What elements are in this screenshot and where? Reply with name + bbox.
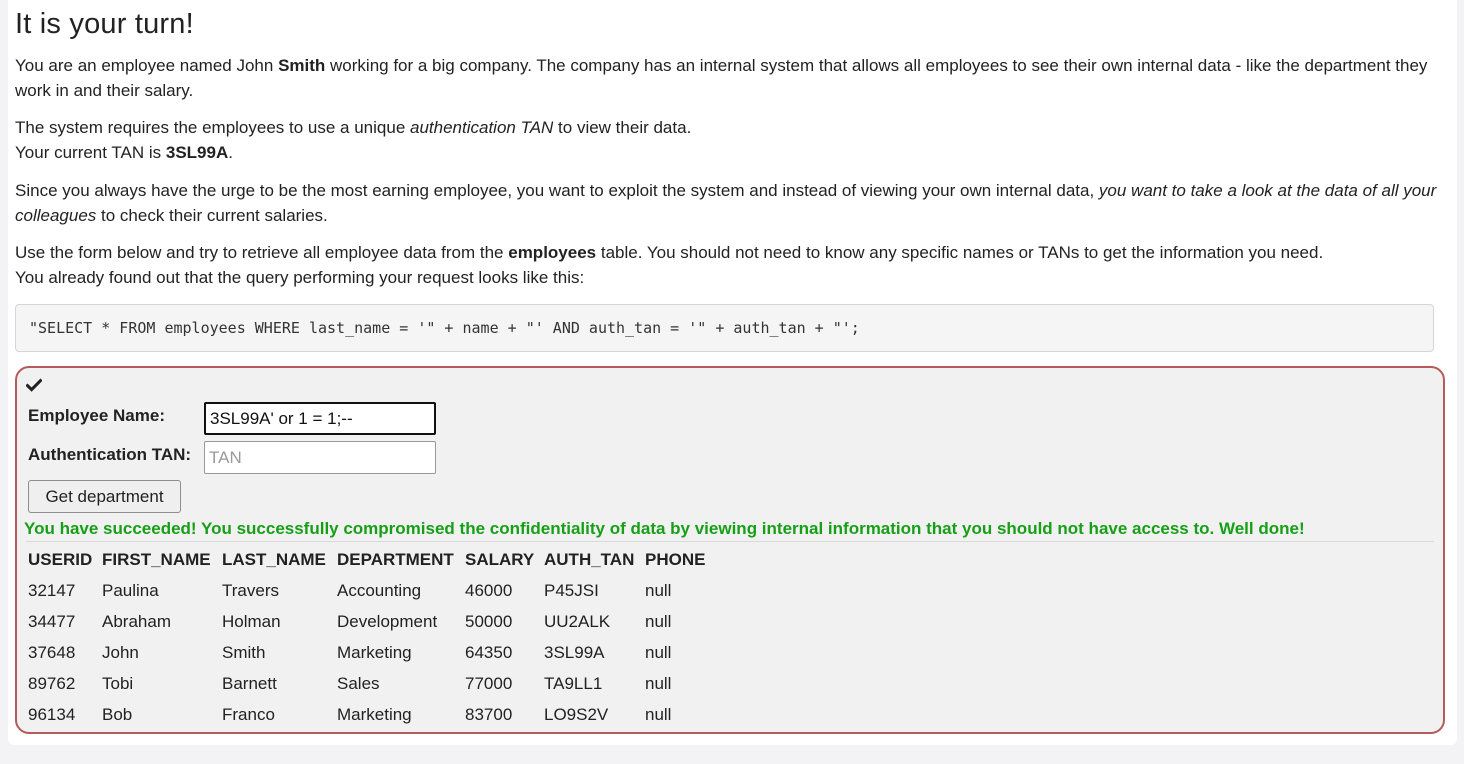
table-cell: 3SL99A: [544, 642, 605, 662]
table-cell: 34477: [28, 611, 76, 631]
table-cell: Marketing: [337, 642, 412, 662]
table-cell: null: [645, 580, 672, 600]
checkmark-icon: [26, 378, 42, 392]
table-cell: Paulina: [102, 580, 159, 600]
table-cell: Sales: [337, 673, 380, 693]
goal-paragraph: Since you always have the urge to be the…: [15, 181, 1437, 225]
sql-query: "SELECT * FROM employees WHERE last_name…: [29, 319, 860, 337]
current-tan: 3SL99A: [165, 143, 229, 162]
table-cell: Abraham: [102, 611, 171, 631]
table-cell: Barnett: [222, 673, 277, 693]
table-cell: Marketing: [337, 704, 412, 724]
column-header: PHONE: [645, 549, 706, 569]
table-cell: Accounting: [337, 580, 422, 600]
page-title: It is your turn!: [15, 8, 194, 40]
auth-tan-input[interactable]: [204, 441, 436, 474]
column-header: LAST_NAME: [222, 549, 326, 569]
table-cell: null: [645, 704, 672, 724]
table-cell: null: [645, 642, 672, 662]
table-cell: 77000: [465, 673, 513, 693]
column-header: DEPARTMENT: [337, 549, 454, 569]
success-message: You have succeeded! You successfully com…: [24, 519, 1305, 538]
table-cell: Smith: [222, 642, 266, 662]
table-cell: 37648: [28, 642, 76, 662]
table-row: 37648 John Smith Marketing 64350 3SL99A …: [24, 637, 709, 668]
query-code-block: "SELECT * FROM employees WHERE last_name…: [15, 304, 1434, 352]
table-cell: 89762: [28, 673, 76, 693]
table-cell: 32147: [28, 580, 76, 600]
table-cell: 64350: [465, 642, 513, 662]
employee-name-label: Employee Name:: [28, 406, 165, 425]
table-cell: Bob: [102, 704, 133, 724]
scenario-paragraph: You are an employee named John Smith wor…: [15, 56, 1428, 100]
table-cell: Holman: [222, 611, 281, 631]
table-cell: Tobi: [102, 673, 134, 693]
table-cell: Travers: [222, 580, 279, 600]
table-cell: P45JSI: [544, 580, 599, 600]
column-header: SALARY: [465, 549, 535, 569]
table-header-row: USERID FIRST_NAME LAST_NAME DEPARTMENT S…: [24, 544, 709, 575]
table-cell: 46000: [465, 580, 513, 600]
tan-paragraph: The system requires the employees to use…: [15, 118, 692, 162]
table-row: 34477 Abraham Holman Development 50000 U…: [24, 606, 709, 637]
lesson-page: It is your turn! You are an employee nam…: [8, 0, 1457, 745]
table-cell: John: [102, 642, 139, 662]
table-row: 96134 Bob Franco Marketing 83700 LO9S2V …: [24, 699, 709, 730]
employee-name-input[interactable]: [204, 402, 436, 435]
table-cell: 50000: [465, 611, 513, 631]
table-cell: 96134: [28, 704, 76, 724]
divider: [26, 541, 1434, 542]
table-cell: Franco: [222, 704, 275, 724]
get-department-button[interactable]: Get department: [28, 480, 181, 513]
employee-last-name: Smith: [278, 56, 326, 75]
instructions-paragraph: Use the form below and try to retrieve a…: [15, 243, 1324, 287]
attack-form-container: Employee Name: Authentication TAN: Get d…: [15, 366, 1445, 734]
table-row: 32147 Paulina Travers Accounting 46000 P…: [24, 575, 709, 606]
table-cell: LO9S2V: [544, 704, 609, 724]
table-cell: UU2ALK: [544, 611, 611, 631]
column-header: USERID: [28, 549, 93, 569]
auth-tan-label: Authentication TAN:: [28, 445, 192, 464]
table-cell: 83700: [465, 704, 513, 724]
employees-table: USERID FIRST_NAME LAST_NAME DEPARTMENT S…: [24, 544, 709, 730]
table-cell: null: [645, 673, 672, 693]
table-cell: TA9LL1: [544, 673, 603, 693]
column-header: AUTH_TAN: [544, 549, 635, 569]
table-row: 89762 Tobi Barnett Sales 77000 TA9LL1 nu…: [24, 668, 709, 699]
table-cell: null: [645, 611, 672, 631]
table-cell: Development: [337, 611, 438, 631]
column-header: FIRST_NAME: [102, 549, 211, 569]
